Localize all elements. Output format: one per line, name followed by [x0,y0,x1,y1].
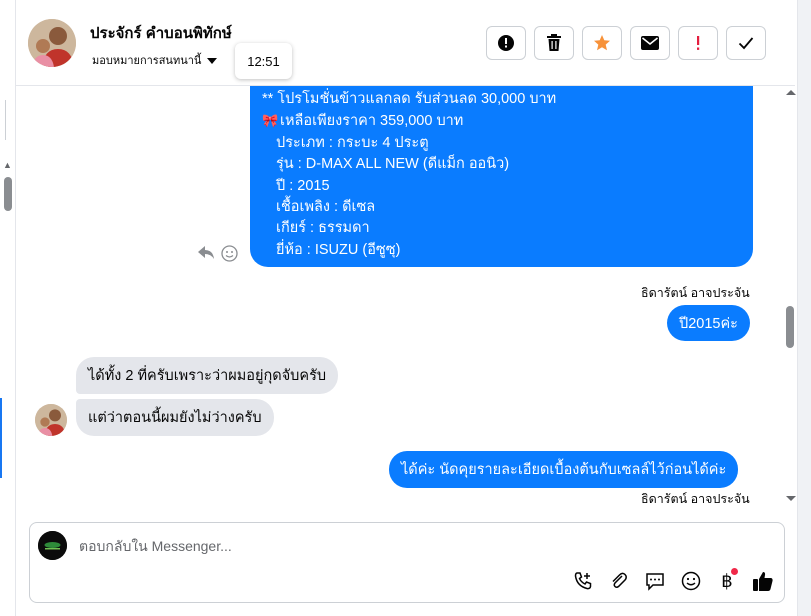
checkmark-icon [738,37,754,50]
page-logo-icon [38,531,67,560]
caret-down-icon [207,58,218,65]
exclamation-icon [697,36,700,50]
left-scrollbar-thumb[interactable] [4,177,12,211]
thread-scrollbar[interactable] [783,86,797,514]
page-avatar [38,531,67,560]
thumbs-up-icon[interactable] [750,568,776,594]
selected-conversation-indicator [0,398,2,478]
promo-line: เชื้อเพลิง : ดีเซล [276,199,376,216]
follow-up-button[interactable] [678,26,718,60]
star-icon [594,35,610,51]
promo-line: ยี่ห้อ : ISUZU (อีซูซุ) [276,241,401,258]
saved-reply-icon[interactable] [642,568,668,594]
paperclip-icon[interactable] [606,568,632,594]
promo-message-bubble[interactable]: ** โปรโมชั่นข้าวแลกลด รับส่วนลด 30,000 บ… [250,86,753,267]
promo-line: เหลือเพียงราคา 359,000 บาท [280,113,464,130]
contact-name[interactable]: ประจักร์ คำบอนพิทักษ์ [90,21,232,45]
reply-input[interactable] [79,535,599,557]
reply-composer: ฿ [29,522,785,603]
scroll-up-arrow-icon[interactable]: ▲ [3,160,12,170]
baht-payment-icon[interactable]: ฿ [714,568,740,594]
call-add-icon[interactable] [570,568,596,594]
assign-conversation-dropdown[interactable]: มอบหมายการสนทนานี้ [92,51,218,69]
trash-icon [547,34,561,51]
sender-label: ธิดารัตน์ อาจประจัน [641,492,750,506]
ribbon-bow-icon: 🎀 [262,113,279,129]
promo-line: ** โปรโมชั่นข้าวแลกลด รับส่วนลด 30,000 บ… [262,91,557,107]
mark-spam-button[interactable] [486,26,526,60]
thread-scrollbar-thumb[interactable] [786,306,794,348]
incoming-message-bubble[interactable]: แต่ว่าตอนนี้ผมยังไม่ว่างครับ [76,399,274,436]
avatar-image-icon [28,19,76,67]
mark-done-button[interactable] [726,26,766,60]
scroll-down-arrow-icon[interactable] [786,496,796,501]
panel-divider [0,100,6,140]
emoji-icon[interactable] [678,568,704,594]
promo-line: ประเภท : กระบะ 4 ประตู [276,134,429,151]
promo-line: ปี : 2015 [276,177,330,194]
notification-dot [731,568,738,575]
incoming-message-bubble[interactable]: ได้ทั้ง 2 ที่ครับเพราะว่าผมอยู่กุดจับครั… [76,357,339,394]
alert-circle-icon [498,35,514,51]
envelope-icon [641,36,659,50]
window-edge [797,0,811,616]
promo-line: รุ่น : D-MAX ALL NEW (ดีแม็ก ออนิว) [276,156,510,173]
react-emoji-icon[interactable] [221,245,238,267]
left-panel-edge: ▲ [0,0,16,616]
delete-button[interactable] [534,26,574,60]
scroll-up-arrow-icon[interactable] [786,90,796,95]
outgoing-message-bubble[interactable]: ปี2015ค่ะ [667,305,750,341]
contact-avatar-small[interactable] [35,404,67,436]
assign-label: มอบหมายการสนทนานี้ [92,55,202,67]
conversation-header: ประจักร์ คำบอนพิทักษ์ มอบหมายการสนทนานี้ [16,0,795,86]
avatar-image-icon [35,404,67,436]
promo-line: เกียร์ : ธรรมดา [276,220,370,237]
star-button[interactable] [582,26,622,60]
outgoing-message-bubble[interactable]: ได้ค่ะ นัดคุยรายละเอียดเบื้องต้นกับเซลล์… [389,451,739,488]
mark-unread-button[interactable] [630,26,670,60]
reply-icon[interactable] [197,244,215,265]
timestamp-tooltip: 12:51 [235,43,292,79]
sender-label: ธิดารัตน์ อาจประจัน [641,286,750,300]
contact-avatar[interactable] [28,19,76,67]
